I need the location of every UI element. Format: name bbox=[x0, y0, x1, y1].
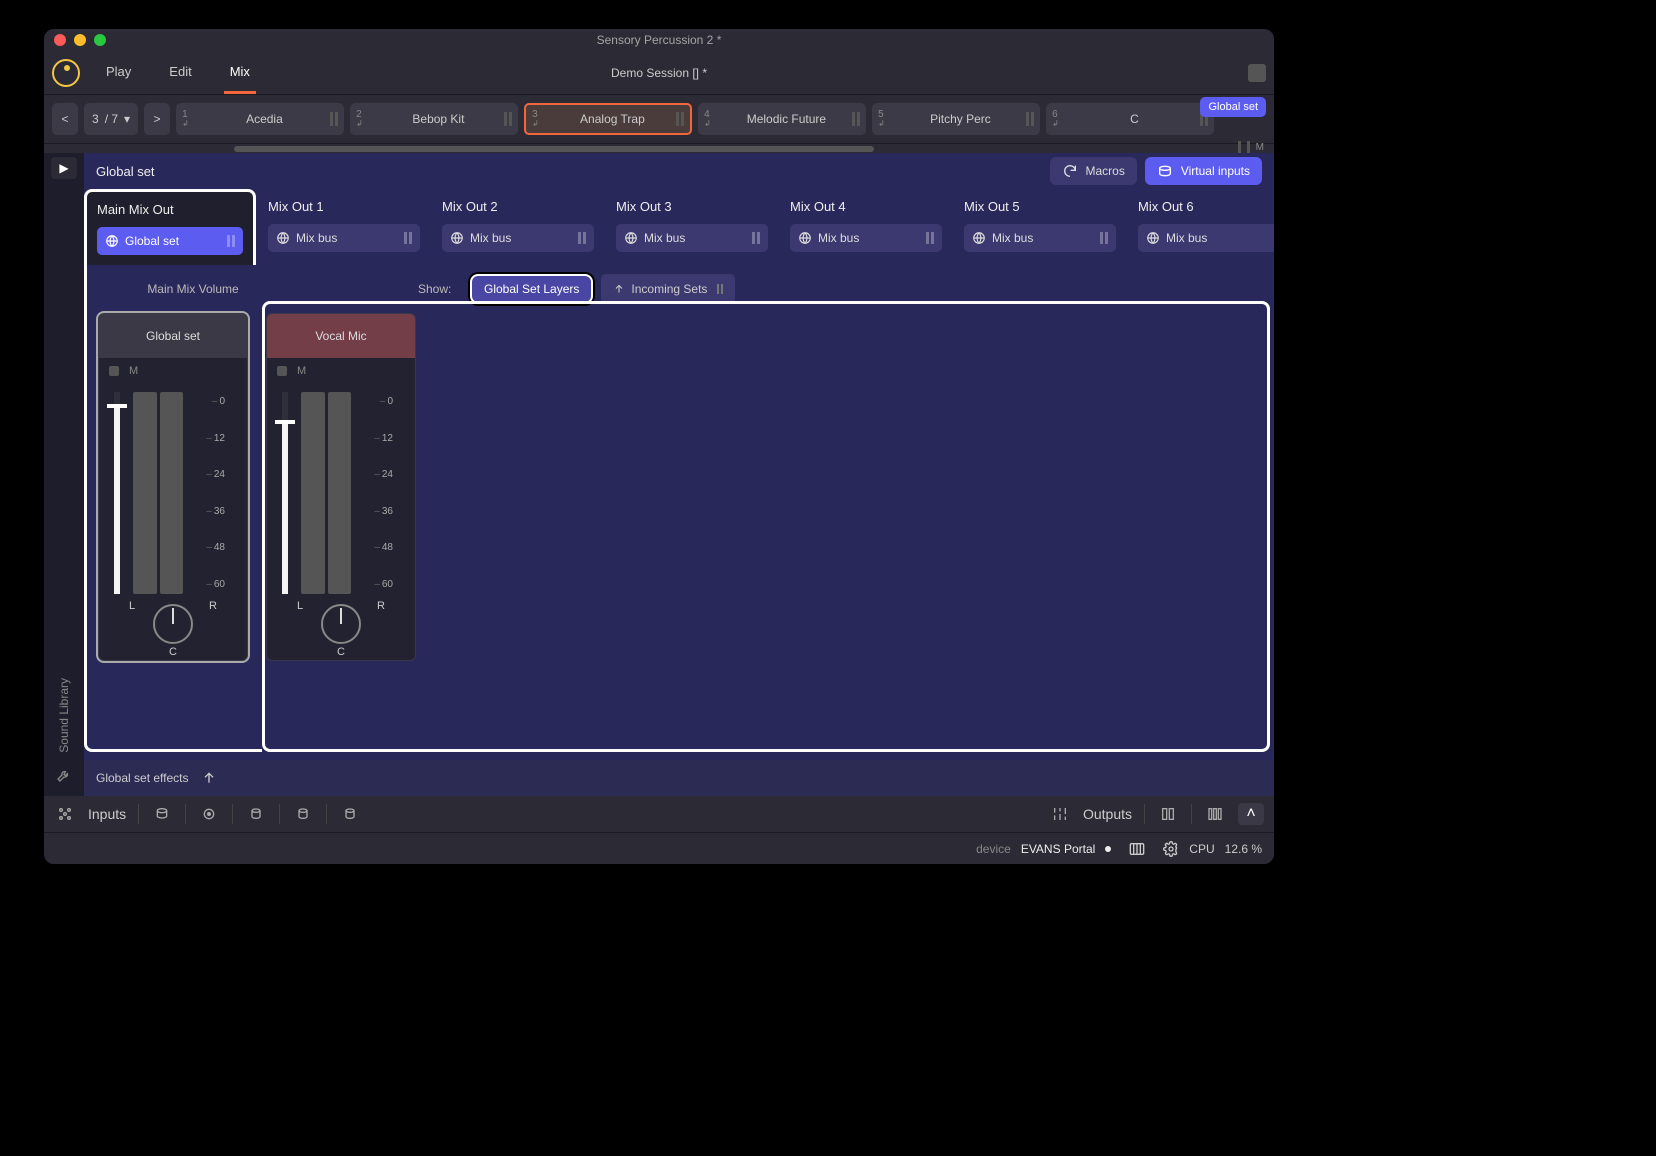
out-grid-icon-2[interactable] bbox=[1204, 803, 1226, 825]
main-tabs: Play Edit Mix bbox=[100, 52, 256, 94]
panel-header: Global set Macros Virtual inputs bbox=[84, 153, 1274, 189]
device-name: EVANS Portal bbox=[1021, 842, 1095, 856]
page-total: / 7 bbox=[105, 112, 118, 126]
fader[interactable] bbox=[107, 392, 127, 594]
scroll-thumb[interactable] bbox=[234, 146, 874, 152]
macros-button[interactable]: Macros bbox=[1050, 157, 1137, 185]
traffic-lights bbox=[54, 34, 106, 46]
app-window: Sensory Percussion 2 * Play Edit Mix Dem… bbox=[44, 29, 1274, 864]
drum-icon-2[interactable] bbox=[198, 803, 220, 825]
kit-bar: < 3 / 7 ▾ > 1Acedia2Bebop Kit3Analog Tra… bbox=[44, 95, 1274, 143]
chevron-down-icon: ▾ bbox=[124, 112, 130, 126]
left-sidebar: ▶ Sound Library bbox=[44, 153, 84, 796]
panel-title: Global set bbox=[96, 164, 155, 179]
session-name: Demo Session [] * bbox=[611, 66, 707, 80]
outputs-label[interactable]: Outputs bbox=[1083, 806, 1132, 822]
drum-icon bbox=[1157, 163, 1173, 179]
cpu-value: 12.6 % bbox=[1225, 842, 1262, 856]
footer-io: Inputs Outputs ˄ bbox=[44, 796, 1274, 832]
tab-mix[interactable]: Mix bbox=[224, 52, 256, 94]
drum-icon-5[interactable] bbox=[339, 803, 361, 825]
zoom-icon[interactable] bbox=[94, 34, 106, 46]
kit-scrollbar[interactable]: M bbox=[44, 143, 1274, 153]
kit-slot-5[interactable]: 5Pitchy Perc bbox=[872, 103, 1040, 135]
kit-slot-2[interactable]: 2Bebop Kit bbox=[350, 103, 518, 135]
sliders-icon[interactable] bbox=[1049, 803, 1071, 825]
window-title: Sensory Percussion 2 * bbox=[597, 33, 722, 47]
expand-sidebar-button[interactable]: ▶ bbox=[51, 157, 77, 179]
sound-library-label[interactable]: Sound Library bbox=[57, 678, 71, 753]
drum-icon-3[interactable] bbox=[245, 803, 267, 825]
gear-icon[interactable] bbox=[1163, 841, 1179, 857]
page-current: 3 bbox=[92, 112, 99, 126]
mixer-area: Global set M 01224364860 LR C Vocal Mic … bbox=[84, 309, 1274, 760]
fader[interactable] bbox=[275, 392, 295, 594]
device-label: device bbox=[976, 842, 1011, 856]
kit-slot-6[interactable]: 6C bbox=[1046, 103, 1214, 135]
global-set-badge[interactable]: Global set bbox=[1200, 97, 1266, 117]
prev-button[interactable]: < bbox=[52, 103, 78, 135]
drum-icon-1[interactable] bbox=[151, 803, 173, 825]
inputs-label[interactable]: Inputs bbox=[88, 806, 126, 822]
virtual-inputs-button[interactable]: Virtual inputs bbox=[1145, 157, 1262, 185]
cpu-label: CPU bbox=[1189, 842, 1214, 856]
tab-edit[interactable]: Edit bbox=[163, 52, 197, 94]
app-logo-icon bbox=[52, 59, 80, 87]
collapse-button[interactable]: ˄ bbox=[1238, 803, 1264, 825]
record-button[interactable] bbox=[1248, 64, 1266, 82]
close-icon[interactable] bbox=[54, 34, 66, 46]
arrow-up-icon bbox=[201, 770, 217, 786]
titlebar: Sensory Percussion 2 * bbox=[44, 29, 1274, 51]
out-grid-icon-1[interactable] bbox=[1157, 803, 1179, 825]
wrench-icon[interactable] bbox=[56, 767, 72, 788]
effects-label: Global set effects bbox=[96, 771, 189, 785]
tab-play[interactable]: Play bbox=[100, 52, 137, 94]
status-bar: device EVANS Portal CPU 12.6 % bbox=[44, 832, 1274, 864]
pan-knob[interactable] bbox=[153, 604, 193, 644]
drum-icon-4[interactable] bbox=[292, 803, 314, 825]
page-indicator[interactable]: 3 / 7 ▾ bbox=[84, 103, 138, 135]
effects-bar[interactable]: Global set effects bbox=[84, 760, 1274, 796]
device-status-icon bbox=[1105, 846, 1111, 852]
mini-mute: M bbox=[1256, 142, 1264, 153]
minimize-icon[interactable] bbox=[74, 34, 86, 46]
kit-slot-3[interactable]: 3Analog Trap bbox=[524, 103, 692, 135]
menu-bar: Play Edit Mix Demo Session [] * bbox=[44, 51, 1274, 95]
mix-panel: Global set Macros Virtual inputs Main Mi… bbox=[84, 153, 1274, 796]
kit-slot-4[interactable]: 4Melodic Future bbox=[698, 103, 866, 135]
refresh-icon bbox=[1062, 163, 1078, 179]
io-matrix-icon[interactable] bbox=[1121, 841, 1153, 857]
inputs-icon[interactable] bbox=[54, 803, 76, 825]
kit-slot-1[interactable]: 1Acedia bbox=[176, 103, 344, 135]
next-button[interactable]: > bbox=[144, 103, 170, 135]
pan-knob[interactable] bbox=[321, 604, 361, 644]
